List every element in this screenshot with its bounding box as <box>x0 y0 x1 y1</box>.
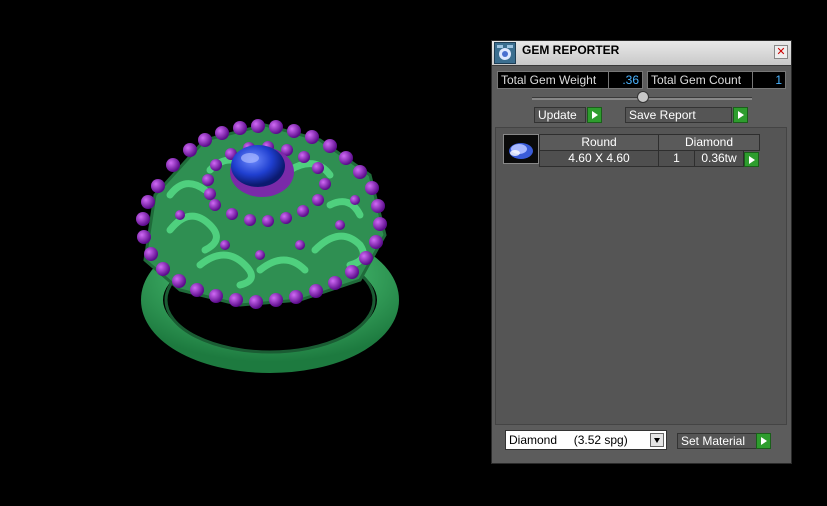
save-report-button[interactable]: Save Report <box>625 107 732 123</box>
total-gem-count-value: 1 <box>752 71 786 89</box>
update-go-icon[interactable] <box>587 107 602 123</box>
gem-list[interactable]: Round Diamond 4.60 X 4.60 1 0.36tw <box>495 127 787 425</box>
gem-material: Diamond <box>658 134 760 151</box>
ring-model <box>136 119 399 373</box>
gem-shape: Round <box>539 134 659 151</box>
set-material-button[interactable]: Set Material <box>677 433 757 449</box>
3d-viewport[interactable] <box>0 0 490 503</box>
panel-title: GEM REPORTER <box>522 43 620 57</box>
close-icon[interactable]: ✕ <box>774 45 788 59</box>
round-gem-icon <box>503 134 539 164</box>
total-gem-weight-value: .36 <box>608 71 643 89</box>
material-select-value: Diamond (3.52 spg) <box>509 433 628 447</box>
gem-count: 1 <box>658 150 695 167</box>
gem-weight: 0.36tw <box>694 150 744 167</box>
gem-reporter-panel: GEM REPORTER ✕ Total Gem Weight .36 Tota… <box>491 40 792 464</box>
set-material-go-icon[interactable] <box>756 433 771 449</box>
total-gem-count-label: Total Gem Count <box>647 71 753 89</box>
chevron-down-icon[interactable] <box>650 433 664 447</box>
total-gem-weight-label: Total Gem Weight <box>497 71 609 89</box>
material-select[interactable]: Diamond (3.52 spg) <box>505 430 667 450</box>
titlebar[interactable]: GEM REPORTER ✕ <box>492 41 791 66</box>
gem-reporter-app-icon <box>494 42 516 64</box>
panel-slider-knob[interactable] <box>637 91 649 103</box>
gem-size: 4.60 X 4.60 <box>539 150 659 167</box>
save-report-go-icon[interactable] <box>733 107 748 123</box>
update-button[interactable]: Update <box>534 107 586 123</box>
gem-row-go-icon[interactable] <box>744 152 759 167</box>
